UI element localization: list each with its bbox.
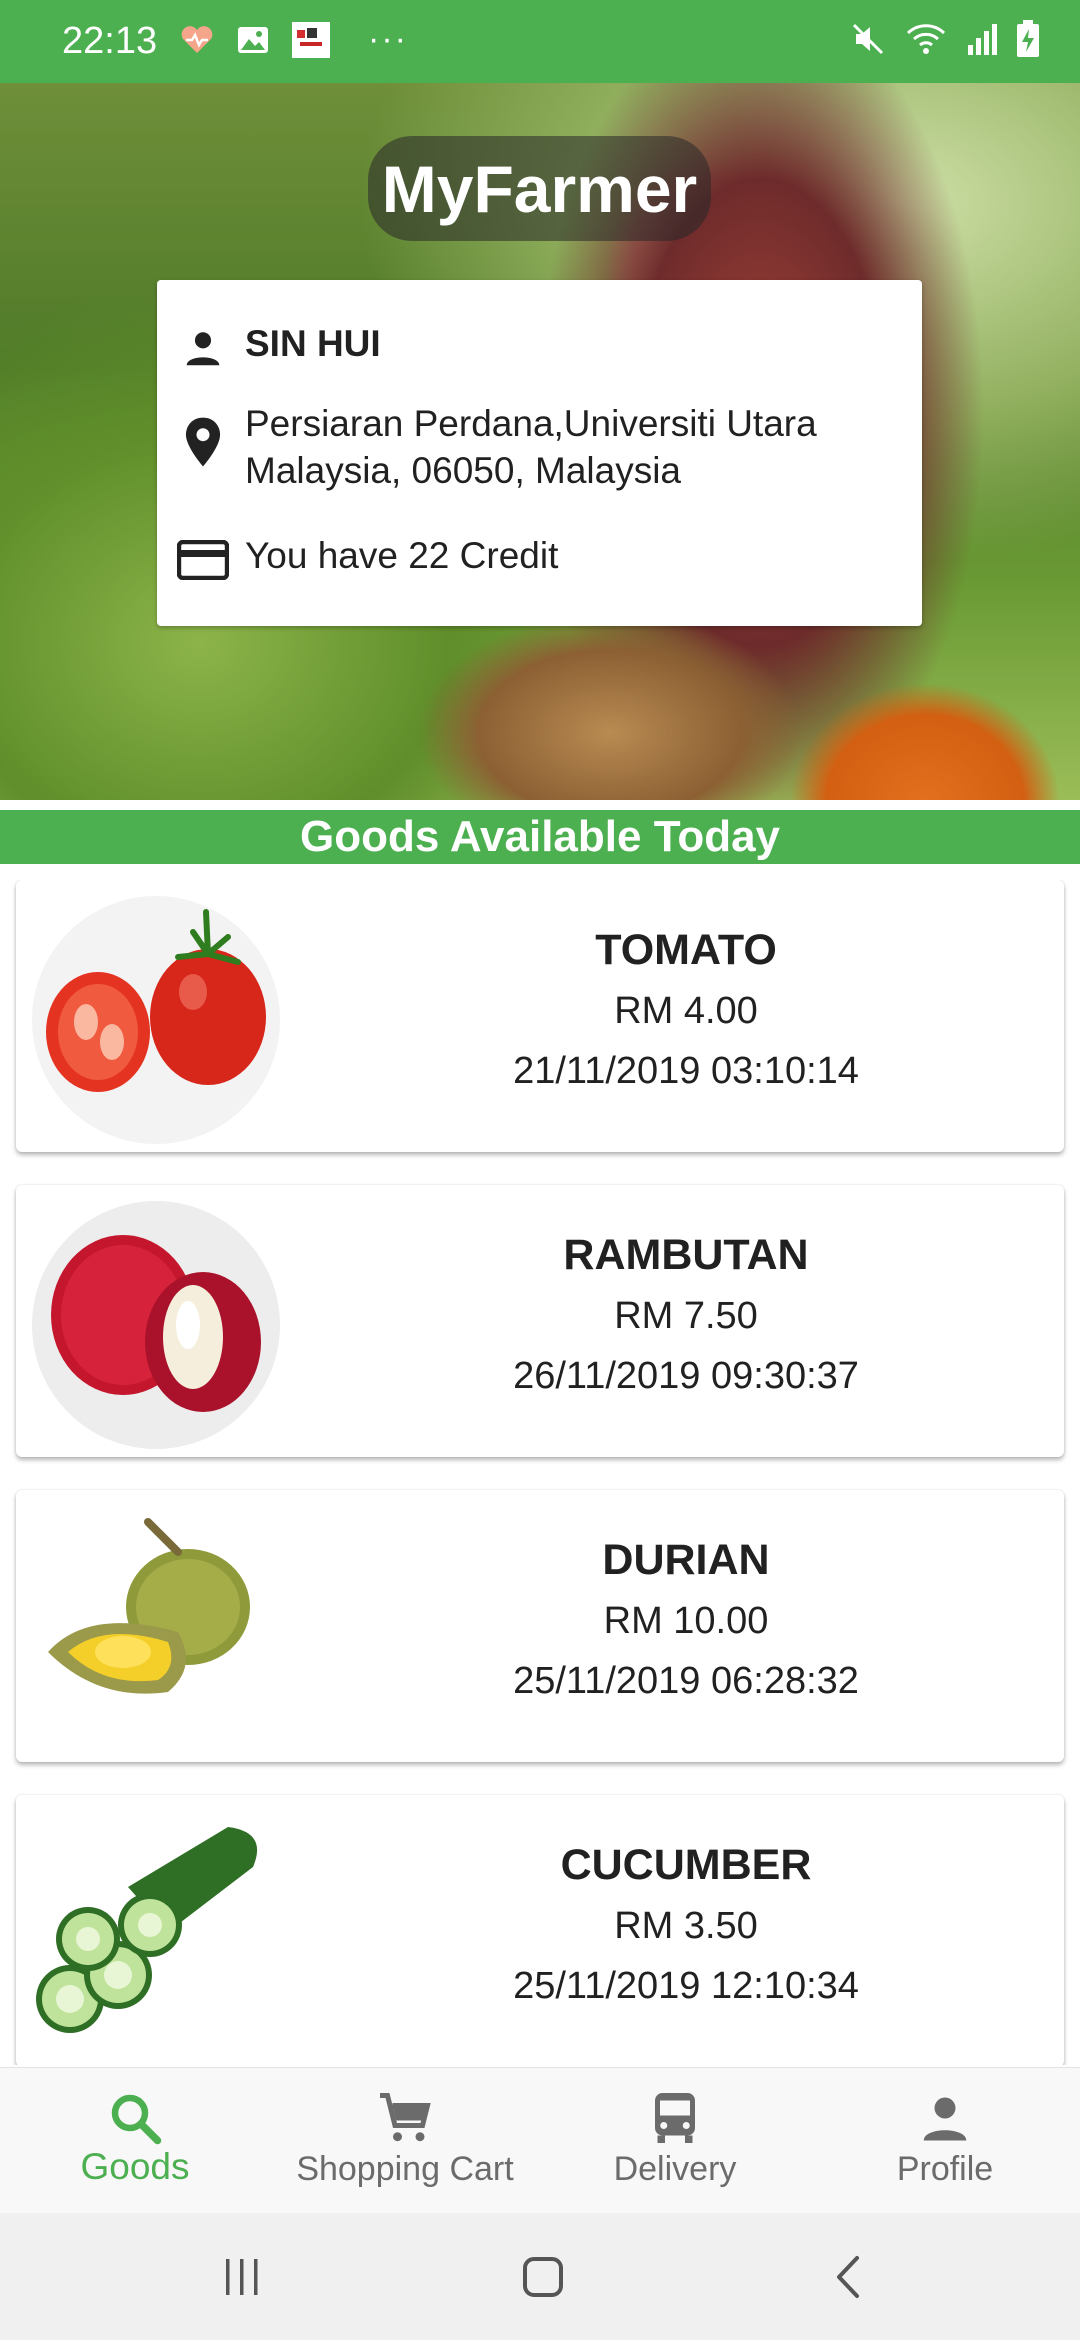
bus-icon bbox=[540, 2088, 810, 2148]
profile-card: SIN HUI Persiaran Perdana,Universiti Uta… bbox=[157, 280, 922, 626]
nav-label: Shopping Cart bbox=[296, 2150, 514, 2188]
app-notification-icon bbox=[292, 22, 330, 63]
status-time: 22:13 bbox=[62, 20, 158, 62]
rambutan-image bbox=[28, 1197, 284, 1453]
location-pin-icon bbox=[175, 414, 231, 470]
goods-date: 26/11/2019 09:30:37 bbox=[513, 1355, 859, 1397]
more-notifications-indicator: ··· bbox=[368, 20, 408, 58]
cucumber-image bbox=[28, 1807, 284, 2063]
goods-price: RM 3.50 bbox=[614, 1905, 758, 1947]
nav-goods[interactable]: Goods bbox=[0, 2068, 270, 2214]
profile-address: Persiaran Perdana,Universiti Utara Malay… bbox=[245, 400, 817, 494]
system-navigation-bar bbox=[0, 2213, 1080, 2340]
credit-card-icon bbox=[175, 532, 231, 588]
goods-info: TOMATO RM 4.00 21/11/2019 03:10:14 bbox=[336, 920, 1036, 1100]
profile-address-row: Persiaran Perdana,Universiti Utara Malay… bbox=[175, 400, 817, 494]
durian-image bbox=[28, 1502, 284, 1758]
goods-card-cucumber[interactable]: CUCUMBER RM 3.50 25/11/2019 12:10:34 bbox=[16, 1795, 1064, 2065]
goods-price: RM 4.00 bbox=[614, 990, 758, 1032]
profile-credit-row: You have 22 Credit bbox=[175, 532, 558, 588]
header-banner-image: MyFarmer SIN HUI Persiaran Perdana,Unive… bbox=[0, 83, 1080, 800]
person-icon bbox=[175, 320, 231, 376]
goods-date: 25/11/2019 06:28:32 bbox=[513, 1660, 859, 1702]
app-title: MyFarmer bbox=[368, 136, 711, 241]
goods-date: 25/11/2019 12:10:34 bbox=[513, 1965, 859, 2007]
profile-credit: You have 22 Credit bbox=[245, 535, 559, 576]
address-line-1: Persiaran Perdana,Universiti Utara bbox=[245, 403, 817, 444]
goods-name: CUCUMBER bbox=[560, 1841, 812, 1889]
cart-icon bbox=[270, 2088, 540, 2148]
person-icon bbox=[810, 2088, 1080, 2148]
bottom-navigation: Goods Shopping Cart Delivery Profile bbox=[0, 2067, 1080, 2214]
nav-delivery[interactable]: Delivery bbox=[540, 2068, 810, 2214]
nav-label: Delivery bbox=[613, 2150, 737, 2188]
search-icon bbox=[0, 2088, 270, 2148]
gallery-icon bbox=[236, 25, 270, 60]
profile-name-row: SIN HUI bbox=[175, 320, 381, 376]
back-icon[interactable] bbox=[808, 2247, 888, 2307]
profile-name: SIN HUI bbox=[245, 323, 381, 364]
goods-info: CUCUMBER RM 3.50 25/11/2019 12:10:34 bbox=[336, 1835, 1036, 2015]
heart-rate-icon bbox=[180, 25, 214, 60]
goods-card-rambutan[interactable]: RAMBUTAN RM 7.50 26/11/2019 09:30:37 bbox=[16, 1185, 1064, 1457]
status-bar: 22:13 ··· bbox=[0, 0, 1080, 83]
nav-label: Profile bbox=[896, 2150, 994, 2188]
nav-shopping-cart[interactable]: Shopping Cart bbox=[270, 2068, 540, 2214]
goods-info: RAMBUTAN RM 7.50 26/11/2019 09:30:37 bbox=[336, 1225, 1036, 1405]
goods-date: 21/11/2019 03:10:14 bbox=[513, 1050, 859, 1092]
nav-profile[interactable]: Profile bbox=[810, 2068, 1080, 2214]
recent-apps-icon[interactable] bbox=[202, 2247, 282, 2307]
tomato-image bbox=[28, 892, 284, 1148]
goods-card-durian[interactable]: DURIAN RM 10.00 25/11/2019 06:28:32 bbox=[16, 1490, 1064, 1762]
nav-label: Goods bbox=[80, 2146, 190, 2187]
goods-name: DURIAN bbox=[602, 1536, 770, 1584]
battery-charging-icon bbox=[1016, 20, 1040, 63]
mute-icon bbox=[850, 21, 886, 62]
goods-name: RAMBUTAN bbox=[563, 1231, 809, 1279]
goods-info: DURIAN RM 10.00 25/11/2019 06:28:32 bbox=[336, 1530, 1036, 1710]
home-icon[interactable] bbox=[503, 2247, 583, 2307]
goods-name: TOMATO bbox=[595, 926, 777, 974]
address-line-2: Malaysia, 06050, Malaysia bbox=[245, 450, 681, 491]
goods-list[interactable]: TOMATO RM 4.00 21/11/2019 03:10:14 RAMBU… bbox=[0, 880, 1080, 2065]
goods-price: RM 10.00 bbox=[603, 1600, 769, 1642]
goods-price: RM 7.50 bbox=[614, 1295, 758, 1337]
wifi-icon bbox=[904, 21, 948, 62]
section-heading: Goods Available Today bbox=[0, 810, 1080, 864]
goods-card-tomato[interactable]: TOMATO RM 4.00 21/11/2019 03:10:14 bbox=[16, 880, 1064, 1152]
status-icons-right bbox=[850, 20, 1040, 63]
status-icons-left: ··· bbox=[180, 20, 408, 63]
signal-icon bbox=[966, 21, 998, 62]
